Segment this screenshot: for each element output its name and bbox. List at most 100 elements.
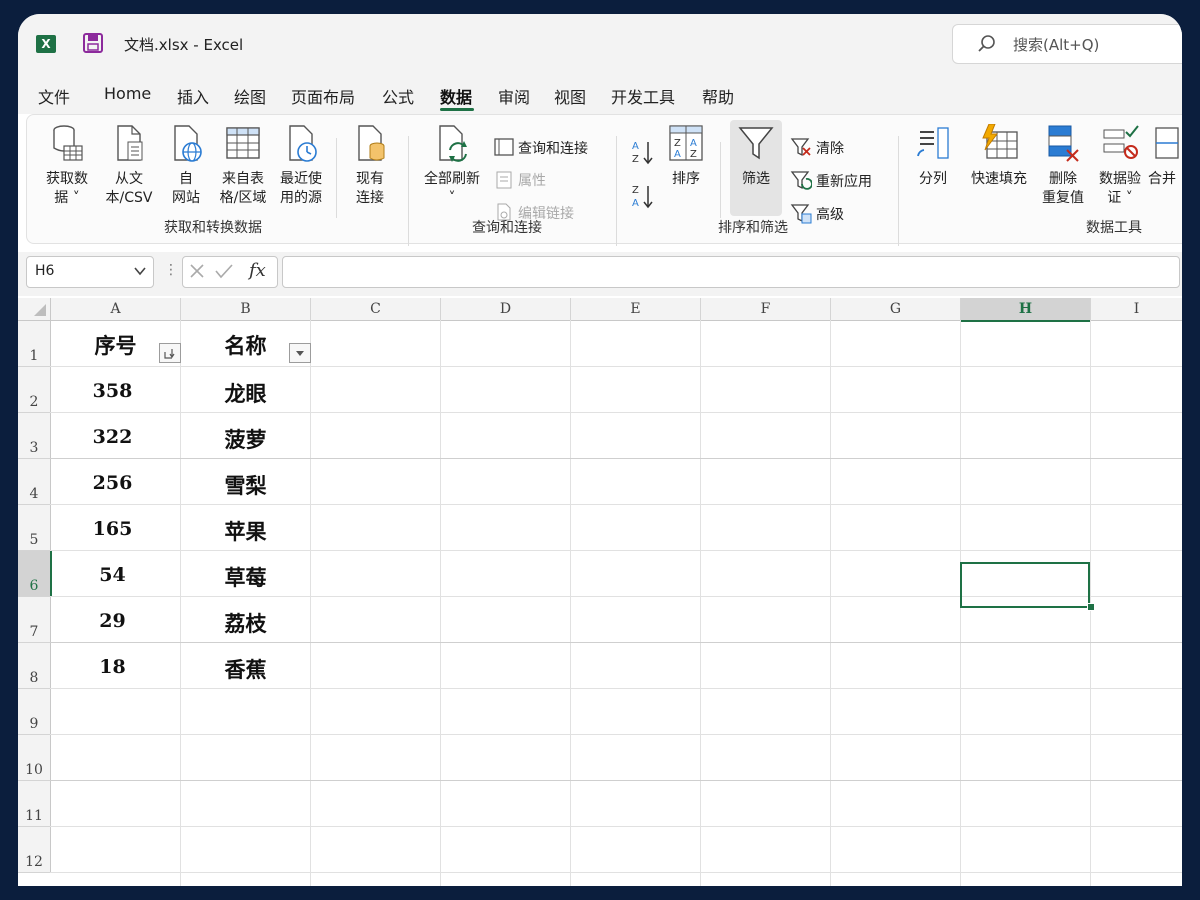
row-header-10[interactable]: 10 [18,735,51,781]
consolidate-button[interactable]: 合并 [1148,124,1182,189]
row-header-9[interactable]: 9 [18,689,51,735]
cell-b6[interactable]: 草莓 [181,562,310,592]
column-header-h[interactable]: H [961,298,1091,322]
enter-check-icon[interactable] [215,263,233,279]
group-separator [408,136,409,246]
existing-label-1: 现有 [356,171,384,187]
chevron-down-icon [296,351,304,356]
formula-bar-grip[interactable]: ⋮ [164,262,178,278]
refresh-icon [439,125,467,162]
tab-page-layout[interactable]: 页面布局 [291,84,355,108]
insert-function-button[interactable]: fx [249,260,266,281]
filter-dropdown-a[interactable] [159,343,181,363]
from-web-button[interactable]: 自 网站 [162,124,210,208]
row-number: 12 [25,854,43,870]
tab-data[interactable]: 数据 [440,84,472,108]
cell-a7[interactable]: 29 [51,610,174,632]
cell-a5[interactable]: 165 [51,518,174,540]
properties-button[interactable]: 属性 [518,170,546,190]
tab-insert[interactable]: 插入 [177,84,209,108]
table-icon [226,127,260,159]
recent-sources-button[interactable]: 最近使 用的源 [274,124,328,208]
column-header-b[interactable]: B [181,298,311,321]
row-header-1[interactable]: 1 [18,321,51,367]
row-header-8[interactable]: 8 [18,643,51,689]
cell-b3[interactable]: 菠萝 [181,424,310,454]
row-gridline [50,734,1182,735]
column-header-c[interactable]: C [311,298,441,321]
row-header-3[interactable]: 3 [18,413,51,459]
formula-bar: H6 ⋮ fx [18,252,1182,296]
row-header-2[interactable]: 2 [18,367,51,413]
cell-a6[interactable]: 54 [51,564,174,586]
from-table-label-1: 来自表 [222,171,264,187]
column-header-f[interactable]: F [701,298,831,321]
cancel-icon[interactable] [189,263,205,279]
from-text-csv-button[interactable]: 从文 本/CSV [98,124,160,208]
advanced-button[interactable]: 高级 [816,204,844,224]
filter-dropdown-b[interactable] [289,343,311,363]
text-to-columns-icon [917,127,949,159]
cell-a3[interactable]: 322 [51,426,174,448]
refresh-all-button[interactable]: 全部刷新 ˅ [416,124,488,208]
spreadsheet-grid: A B C D E F G H I 1 2 3 4 5 6 7 8 9 10 1… [18,298,1182,886]
refresh-all-chevron: ˅ [448,190,456,206]
cell-b5[interactable]: 苹果 [181,516,310,546]
reapply-button[interactable]: 重新应用 [816,171,872,191]
name-box[interactable]: H6 [26,256,154,288]
tab-review[interactable]: 审阅 [498,84,530,108]
filter-button[interactable]: 筛选 [730,124,782,189]
formula-input[interactable] [282,256,1180,288]
sort-button[interactable]: ZA AZ 排序 [664,124,708,189]
clear-button[interactable]: 清除 [816,138,844,158]
get-data-button[interactable]: 获取数 据 ˅ [36,124,98,208]
search-box[interactable]: 搜索(Alt+Q) [952,24,1182,64]
column-header-d[interactable]: D [441,298,571,321]
queries-connections-button[interactable]: 查询和连接 [518,138,588,158]
row-gridline [50,872,1182,873]
existing-connections-button[interactable]: 现有 连接 [344,124,396,208]
text-to-columns-button[interactable]: 分列 [910,124,956,189]
sort-ascending-icon[interactable]: A Z [630,138,656,166]
sort-descending-icon[interactable]: Z A [630,182,656,210]
tab-developer[interactable]: 开发工具 [611,84,675,108]
row-header-7[interactable]: 7 [18,597,51,643]
flash-fill-button[interactable]: 快速填充 [962,124,1036,189]
tab-file[interactable]: 文件 [38,84,70,108]
cell-b8[interactable]: 香蕉 [181,654,310,684]
from-table-range-button[interactable]: 来自表 格/区域 [212,124,274,208]
tab-view[interactable]: 视图 [554,84,586,108]
column-header-g[interactable]: G [831,298,961,321]
cell-a2[interactable]: 358 [51,380,174,402]
active-cell-h6[interactable] [960,562,1090,608]
search-placeholder: 搜索(Alt+Q) [1013,36,1100,54]
fill-handle[interactable] [1087,603,1095,611]
row-number: 1 [29,348,39,364]
cell-b4[interactable]: 雪梨 [181,470,310,500]
row-header-11[interactable]: 11 [18,781,51,827]
cell-b7[interactable]: 荔枝 [181,608,310,638]
column-header-a[interactable]: A [51,298,181,321]
row-header-6[interactable]: 6 [18,551,52,597]
cell-a4[interactable]: 256 [51,472,174,494]
row-header-12[interactable]: 12 [18,827,51,873]
row-header-5[interactable]: 5 [18,505,51,551]
tab-help[interactable]: 帮助 [702,84,734,108]
select-all-corner[interactable] [18,298,51,321]
from-table-label-2: 格/区域 [219,190,267,206]
ribbon-separator [336,138,337,218]
existing-connection-icon [358,125,385,161]
tab-draw[interactable]: 绘图 [234,84,266,108]
column-header-i[interactable]: I [1091,298,1182,321]
remove-duplicates-label-1: 删除 [1049,171,1077,187]
data-validation-button[interactable]: 数据验 证 ˅ [1092,124,1148,208]
row-header-4[interactable]: 4 [18,459,51,505]
save-icon[interactable] [82,32,104,54]
cell-b2[interactable]: 龙眼 [181,378,310,408]
tab-formulas[interactable]: 公式 [382,84,414,108]
advanced-filter-icon [790,204,812,224]
tab-home[interactable]: Home [104,84,151,103]
cell-a8[interactable]: 18 [51,656,174,678]
remove-duplicates-button[interactable]: 删除 重复值 [1038,124,1088,208]
column-header-e[interactable]: E [571,298,701,321]
